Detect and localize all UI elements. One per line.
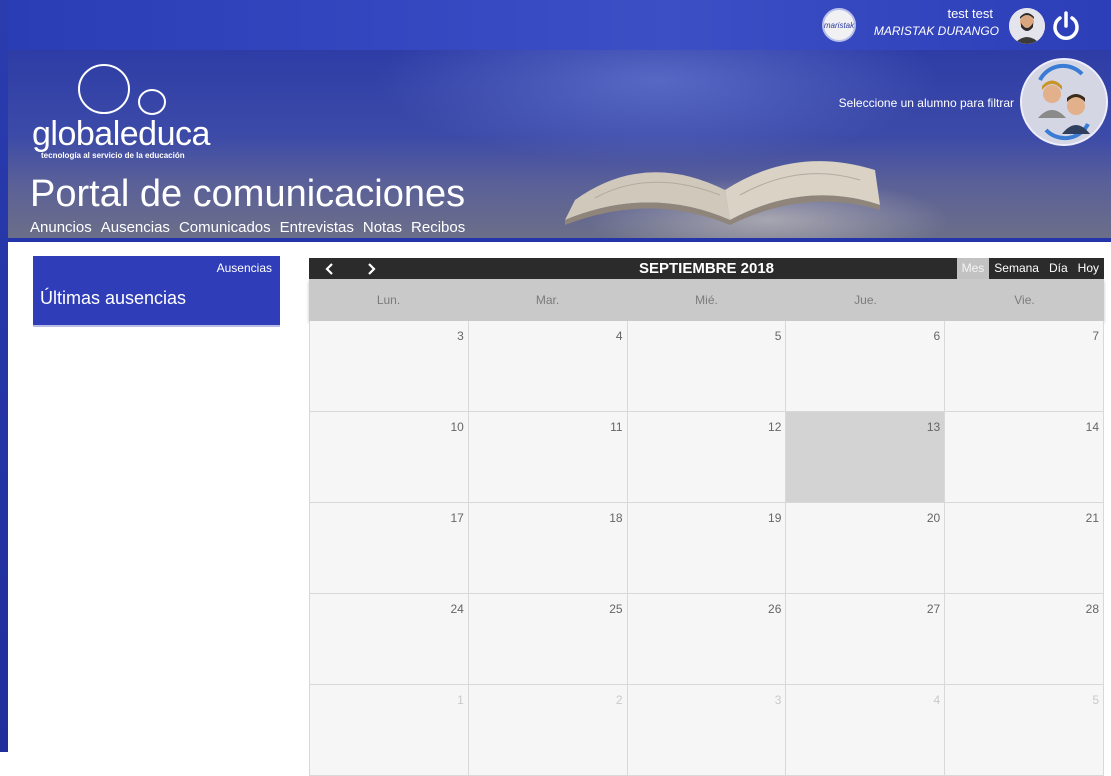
panel-title: Últimas ausencias xyxy=(40,288,187,308)
day-number: 13 xyxy=(926,420,941,434)
left-edge-strip xyxy=(0,0,8,752)
students-icon xyxy=(1022,60,1106,144)
day-cell[interactable]: 17 xyxy=(310,503,469,594)
user-avatar[interactable] xyxy=(1009,8,1045,44)
nav-entrevistas[interactable]: Entrevistas xyxy=(280,219,354,239)
day-number: 17 xyxy=(450,511,464,525)
calendar-grid: 3 4 5 6 7 10 11 12 13 14 17 18 19 20 21 … xyxy=(309,321,1104,776)
day-number: 24 xyxy=(450,602,464,616)
day-number: 1 xyxy=(457,693,464,707)
calendar: SEPTIEMBRE 2018 Mes Semana Día Hoy Lun. … xyxy=(309,258,1104,776)
day-cell[interactable]: 14 xyxy=(945,412,1104,503)
day-cell[interactable]: 19 xyxy=(627,503,787,594)
view-day-button[interactable]: Día xyxy=(1044,258,1073,279)
calendar-toolbar: SEPTIEMBRE 2018 Mes Semana Día Hoy xyxy=(309,258,1104,279)
weekday-label: Vie. xyxy=(1014,293,1035,307)
school-logo-text: maristak xyxy=(823,20,855,30)
power-icon xyxy=(1053,11,1079,40)
day-cell-next-month[interactable]: 4 xyxy=(786,685,946,776)
today-button[interactable]: Hoy xyxy=(1073,258,1104,279)
today-cell[interactable]: 13 xyxy=(786,412,946,503)
nav-comunicados[interactable]: Comunicados xyxy=(179,219,271,239)
day-cell[interactable]: 6 xyxy=(786,321,946,412)
day-cell[interactable]: 24 xyxy=(310,594,469,685)
day-cell[interactable]: 10 xyxy=(310,412,469,503)
day-cell[interactable]: 26 xyxy=(627,594,787,685)
day-cell[interactable]: 4 xyxy=(468,321,628,412)
day-number: 3 xyxy=(774,693,782,707)
day-number: 11 xyxy=(610,420,623,434)
day-number: 19 xyxy=(768,511,782,525)
day-cell[interactable]: 21 xyxy=(945,503,1104,594)
school-logo[interactable]: maristak xyxy=(822,8,856,42)
weekday-label: Lun. xyxy=(376,293,401,307)
weekday-label: Mié. xyxy=(695,293,718,307)
day-number: 18 xyxy=(609,511,623,525)
day-number: 26 xyxy=(768,602,782,616)
user-school: MARISTAK DURANGO xyxy=(873,24,999,38)
day-cell[interactable]: 12 xyxy=(627,412,787,503)
view-week-button[interactable]: Semana xyxy=(989,258,1044,279)
logout-power-icon[interactable] xyxy=(1050,10,1082,42)
day-cell-next-month[interactable]: 1 xyxy=(310,685,469,776)
day-number: 7 xyxy=(1092,329,1099,343)
portal-title: Portal de comunicaciones xyxy=(30,173,466,215)
day-number: 4 xyxy=(615,329,623,343)
day-number: 5 xyxy=(1092,693,1099,707)
day-number: 14 xyxy=(1085,420,1099,434)
day-number: 6 xyxy=(933,329,941,343)
avatar-icon xyxy=(1009,8,1045,44)
day-number: 12 xyxy=(768,420,782,434)
day-number: 27 xyxy=(926,602,941,616)
open-book-image xyxy=(565,161,880,225)
student-filter-button[interactable] xyxy=(1020,58,1108,146)
day-cell[interactable]: 11 xyxy=(468,412,628,503)
brand-name: globaleduca xyxy=(32,115,210,153)
day-cell[interactable]: 18 xyxy=(468,503,628,594)
day-cell[interactable]: 25 xyxy=(468,594,628,685)
day-cell[interactable]: 3 xyxy=(310,321,469,412)
banner-bottom-border xyxy=(8,238,1111,242)
day-cell-next-month[interactable]: 5 xyxy=(945,685,1104,776)
weekday-label: Mar. xyxy=(535,293,560,307)
day-cell-next-month[interactable]: 2 xyxy=(468,685,628,776)
nav-ausencias[interactable]: Ausencias xyxy=(101,219,170,239)
user-name: test test xyxy=(947,6,993,21)
day-number: 3 xyxy=(457,329,464,343)
day-number: 4 xyxy=(933,693,941,707)
day-number: 20 xyxy=(926,511,941,525)
view-switcher: Mes Semana Día Hoy xyxy=(956,258,1104,279)
nav-notas[interactable]: Notas xyxy=(363,219,402,239)
panel-tag: Ausencias xyxy=(216,261,272,275)
day-number: 21 xyxy=(1085,511,1099,525)
view-month-button[interactable]: Mes xyxy=(956,258,990,279)
day-number: 5 xyxy=(774,329,782,343)
globaleduca-logo-icon xyxy=(78,64,166,115)
day-cell-next-month[interactable]: 3 xyxy=(627,685,787,776)
day-number: 2 xyxy=(615,693,623,707)
day-number: 25 xyxy=(609,602,623,616)
brand-tagline: tecnología al servicio de la educación xyxy=(41,151,185,160)
day-cell[interactable]: 7 xyxy=(945,321,1104,412)
day-cell[interactable]: 20 xyxy=(786,503,946,594)
weekday-label: Jue. xyxy=(854,293,877,307)
nav-recibos[interactable]: Recibos xyxy=(411,219,465,239)
day-cell[interactable]: 5 xyxy=(627,321,787,412)
student-filter-label[interactable]: Seleccione un alumno para filtrar xyxy=(839,96,1014,110)
day-cell[interactable]: 28 xyxy=(945,594,1104,685)
day-number: 28 xyxy=(1085,602,1099,616)
main-nav: Anuncios Ausencias Comunicados Entrevist… xyxy=(30,219,465,239)
nav-anuncios[interactable]: Anuncios xyxy=(30,219,92,239)
day-number: 10 xyxy=(450,420,464,434)
latest-absences-panel: Ausencias Últimas ausencias xyxy=(33,256,280,327)
day-cell[interactable]: 27 xyxy=(786,594,946,685)
weekday-header: Lun. Mar. Mié. Jue. Vie. xyxy=(309,279,1104,321)
